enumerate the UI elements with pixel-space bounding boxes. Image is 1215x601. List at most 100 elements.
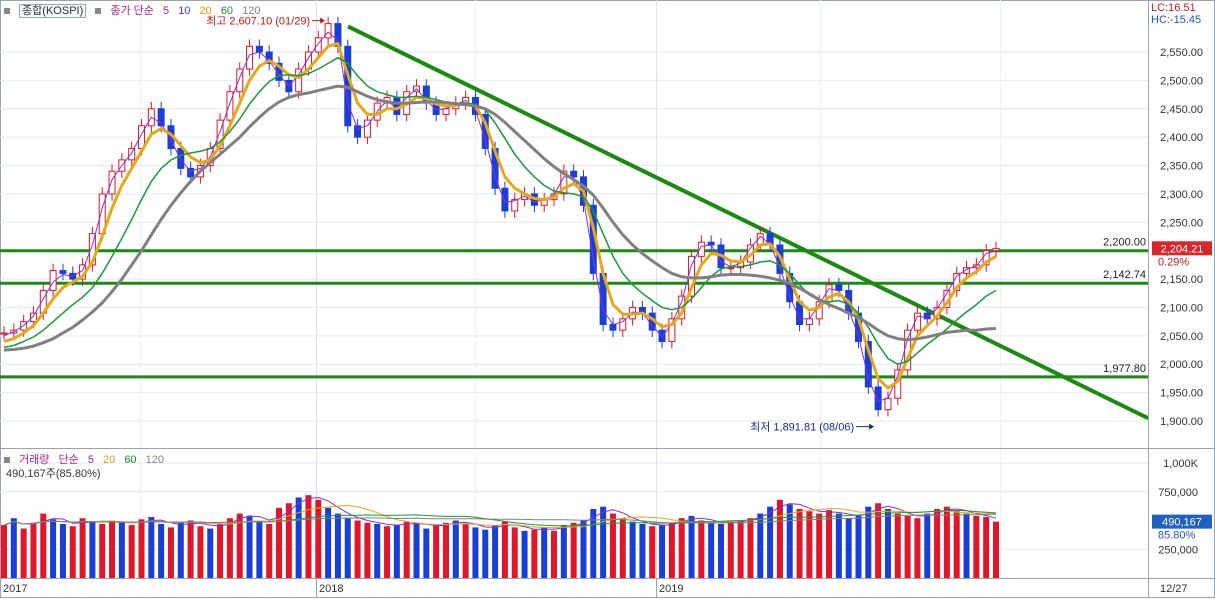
stock-chart-window: 2,200.00 2,142.74 1,977.80 최고 2,607.10 (01/… <box>0 0 1215 598</box>
support-line-label: 2,142.74 <box>1103 269 1146 281</box>
volume-bar <box>845 518 852 578</box>
volume-bar <box>826 510 833 578</box>
price-tick-label: 2,350.00 <box>1160 161 1203 173</box>
volume-current-text: 490,167 <box>1162 517 1202 529</box>
volume-bar <box>167 527 174 578</box>
volume-bar <box>747 518 754 578</box>
price-tick-label: 2,400.00 <box>1160 132 1203 144</box>
volume-bar <box>668 522 675 578</box>
x-right-label: 12/27 <box>1160 583 1188 595</box>
low-annotation: 최저 1,891.81 (08/06) <box>750 421 854 434</box>
support-line-label: 1,977.80 <box>1103 363 1146 375</box>
volume-bar <box>541 527 548 578</box>
volume-bar <box>177 522 184 578</box>
volume-bar <box>315 499 322 578</box>
volume-bar <box>197 526 204 578</box>
hc-label: HC:-15.45 <box>1151 14 1202 26</box>
volume-bar <box>649 526 656 578</box>
volume-bar <box>148 517 155 578</box>
volume-bar <box>442 522 449 578</box>
volume-bar <box>413 522 420 578</box>
volume-bar <box>590 509 597 578</box>
candle-body <box>727 267 735 270</box>
volume-bar <box>688 515 695 578</box>
volume-bar <box>295 497 302 578</box>
volume-bar <box>305 495 312 578</box>
candle-body <box>187 167 195 178</box>
price-tick-label: 2,150.00 <box>1160 274 1203 286</box>
candle-body <box>128 148 136 161</box>
current-price-text: 2,204.21 <box>1161 243 1204 255</box>
volume-bar <box>767 506 774 578</box>
candle-body <box>805 318 813 325</box>
volume-bar <box>403 521 410 578</box>
candle-body <box>992 247 1000 252</box>
volume-bar <box>256 520 263 578</box>
volume-bar <box>158 523 165 578</box>
price-tick-label: 2,550.00 <box>1160 47 1203 59</box>
volume-info: 490,167주(85.80%) <box>6 468 101 480</box>
candle-body <box>177 148 185 169</box>
price-tick-label: 2,100.00 <box>1160 302 1203 314</box>
volume-bar <box>855 515 862 578</box>
volume-ma-period-20: 20 <box>103 454 116 466</box>
volume-bar <box>118 522 125 578</box>
volume-bar <box>10 518 17 578</box>
price-tick-label: 1,950.00 <box>1160 388 1203 400</box>
volume-bar <box>993 521 999 578</box>
candle-body <box>108 170 116 195</box>
volume-bar <box>698 520 705 578</box>
candle-body <box>442 108 450 115</box>
legend-square-icon <box>4 8 10 15</box>
candle-body <box>226 91 234 121</box>
volume-bar <box>1 525 7 578</box>
volume-bar <box>364 522 371 578</box>
volume-bar <box>776 499 783 578</box>
volume-bar <box>639 523 646 578</box>
volume-bar <box>835 513 842 578</box>
volume-bar <box>816 513 823 578</box>
price-tick-label: 2,250.00 <box>1160 217 1203 229</box>
volume-bar <box>69 526 76 578</box>
candle-body <box>570 170 578 178</box>
volume-bar <box>89 521 96 578</box>
volume-bar <box>266 523 273 578</box>
volume-bar <box>884 509 891 578</box>
volume-bar <box>50 519 57 578</box>
volume-bar <box>128 525 135 578</box>
x-tick-label: 2019 <box>659 583 683 595</box>
candle-body <box>324 23 332 39</box>
candle-body <box>295 68 303 93</box>
volume-bar <box>20 528 27 578</box>
candle-body <box>619 318 627 331</box>
volume-bar <box>482 529 489 578</box>
ma-period-60: 60 <box>220 5 234 17</box>
volume-bar <box>580 520 587 578</box>
volume-bar <box>963 513 970 578</box>
volume-bar <box>187 520 194 578</box>
volume-tick-label: 1,000K <box>1163 458 1199 470</box>
price-tick-label: 2,450.00 <box>1160 104 1203 116</box>
volume-bar <box>452 520 459 578</box>
candle-body <box>0 332 8 335</box>
volume-bar <box>374 523 381 578</box>
price-legend: 종합(KOSPI) 종가 단순 5 10 20 60 120 <box>4 2 266 18</box>
volume-bar <box>943 506 950 578</box>
chart-canvas: 2,200.002,142.741,977.80최고 2,607.10 (01/… <box>0 0 1215 598</box>
price-tick-label: 2,000.00 <box>1160 359 1203 371</box>
volume-bar <box>226 518 233 578</box>
lc-label: LC:16.51 <box>1151 2 1196 14</box>
volume-bar <box>207 528 214 578</box>
volume-bar <box>40 513 47 578</box>
volume-bar <box>717 523 724 578</box>
volume-bar <box>600 506 607 578</box>
volume-bar <box>344 518 351 578</box>
ma-period-120: 120 <box>242 5 261 17</box>
price-tick-label: 2,500.00 <box>1160 75 1203 87</box>
volume-bar <box>138 519 145 578</box>
volume-bar <box>521 530 528 578</box>
volume-bar <box>560 525 567 578</box>
index-title[interactable]: 종합(KOSPI) <box>19 4 87 18</box>
volume-bar <box>79 518 86 578</box>
volume-ma-period-60: 60 <box>124 454 137 466</box>
